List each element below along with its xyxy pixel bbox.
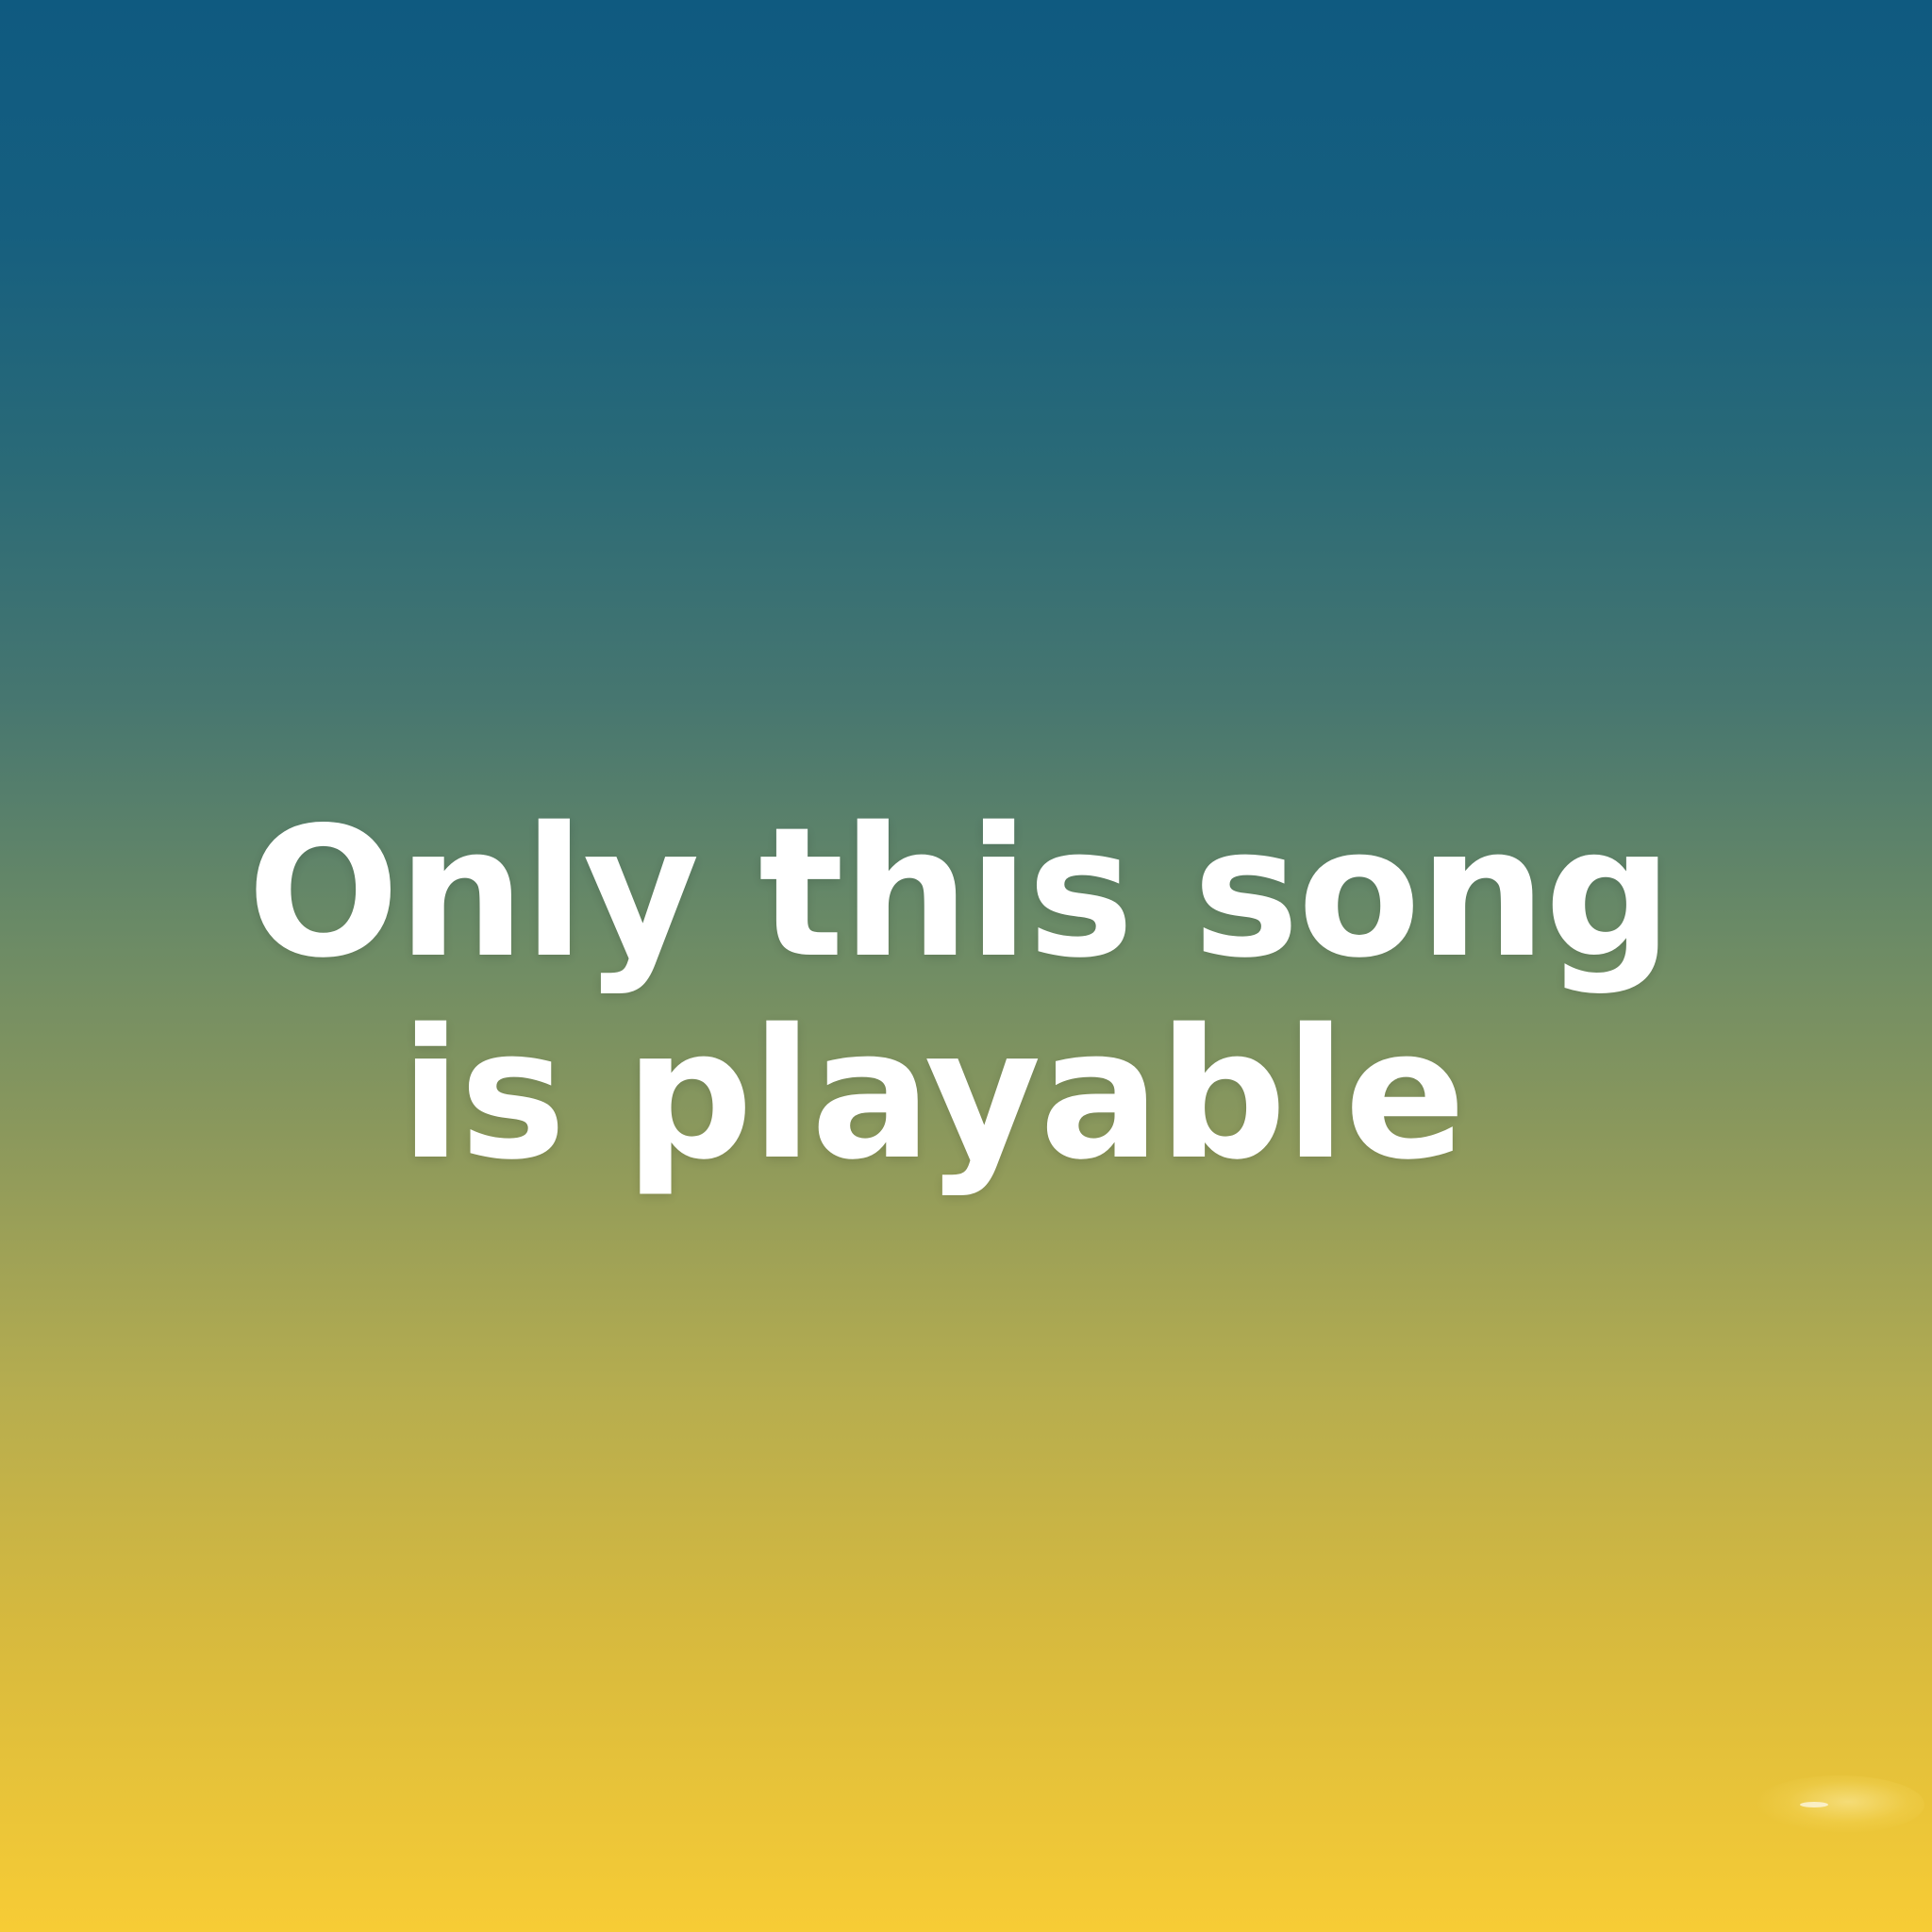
promo-card: Only this song is playable [0, 0, 1932, 1932]
message-line-2: is playable [400, 991, 1466, 1199]
message-line-1: Only this song [247, 789, 1673, 997]
corner-smudge [1755, 1775, 1924, 1834]
message-text: Only this song is playable [0, 792, 1932, 1196]
